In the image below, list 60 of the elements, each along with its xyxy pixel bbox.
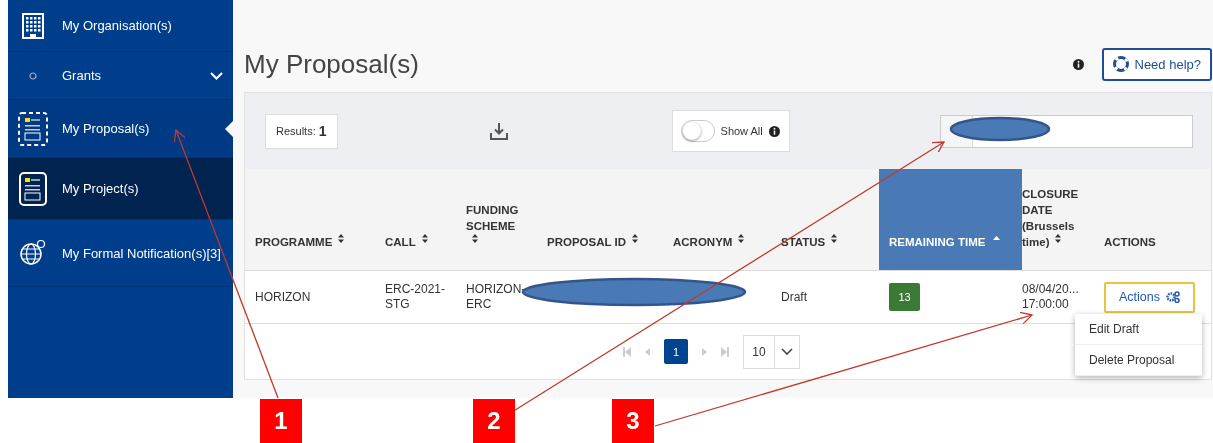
table-cell-text: HORIZON (255, 289, 312, 305)
previous-page-icon[interactable] (645, 347, 650, 356)
globe-icon (19, 239, 47, 267)
column-header[interactable]: ACRONYM (673, 169, 781, 270)
column-header[interactable]: PROGRAMME (255, 169, 385, 270)
column-header[interactable]: CLOSURE DATE (Brussels time) (1022, 169, 1104, 270)
results-count: 1 (318, 123, 327, 139)
document-icon (18, 111, 48, 146)
sort-icon (338, 234, 345, 243)
column-header[interactable]: REMAINING TIME (879, 169, 1022, 270)
last-page-icon[interactable] (721, 346, 729, 357)
results-label: Results: (276, 125, 316, 137)
page-button[interactable]: 1 (664, 339, 688, 364)
column-header[interactable]: CALL (385, 169, 466, 270)
page-title: My Proposal(s) (244, 48, 420, 80)
info-icon (768, 125, 780, 137)
sort-up-icon (993, 236, 1001, 240)
table-cell-text: 08/04/20... 17:00:00 (1022, 282, 1080, 312)
sidebar-label: My Project(s) (62, 181, 139, 196)
sidebar-item[interactable]: My Proposal(s) (8, 100, 233, 158)
sidebar-label: Grants (62, 68, 101, 83)
show-all-label: Show All (720, 125, 763, 137)
sort-icon (831, 234, 838, 243)
actions-button[interactable]: Actions (1104, 281, 1195, 313)
next-page-icon[interactable] (702, 347, 707, 356)
chevron-down-icon (781, 348, 793, 355)
lifebuoy-icon (1112, 56, 1129, 72)
sort-icon (632, 234, 639, 243)
callout-number: 2 (473, 399, 515, 443)
sort-icon (738, 234, 745, 243)
column-header[interactable]: ACTIONS (1104, 169, 1211, 270)
gears-icon (1166, 291, 1180, 303)
sidebar-item[interactable]: My Project(s) (8, 158, 233, 220)
table-cell-text: HORIZON-ERC (466, 282, 527, 312)
first-page-icon[interactable] (623, 346, 631, 357)
circle-icon (29, 71, 37, 80)
toggle-switch[interactable] (680, 120, 715, 142)
table-cell-text: Draft (781, 289, 808, 305)
sort-icon (421, 234, 428, 243)
column-header[interactable]: PROPOSAL ID (547, 169, 673, 270)
sidebar-label: My Proposal(s) (62, 121, 150, 136)
document-icon (19, 171, 47, 206)
sidebar-label: My Organisation(s) (62, 18, 172, 33)
sort-icon (472, 234, 478, 243)
help-button[interactable]: Need help? (1101, 47, 1212, 81)
chevron-down-icon[interactable] (210, 71, 223, 80)
callout-number: 1 (260, 399, 302, 443)
sidebar-label: My Formal Notification(s)[3] (62, 245, 221, 261)
download-icon[interactable] (489, 122, 508, 140)
menu-item[interactable]: Edit Draft (1075, 314, 1202, 345)
column-header[interactable]: FUNDING SCHEME (466, 169, 547, 270)
page-size-select[interactable]: 10 (743, 334, 800, 369)
menu-item[interactable]: Delete Proposal (1075, 345, 1202, 376)
callout-number: 3 (612, 399, 654, 443)
sort-icon (1055, 234, 1062, 243)
table-cell-text: ERC-2021-STG (385, 282, 447, 312)
remaining-time-badge: 13 (889, 283, 920, 311)
building-icon (22, 12, 44, 39)
info-icon (1072, 58, 1084, 70)
column-header[interactable]: STATUS (781, 169, 879, 270)
